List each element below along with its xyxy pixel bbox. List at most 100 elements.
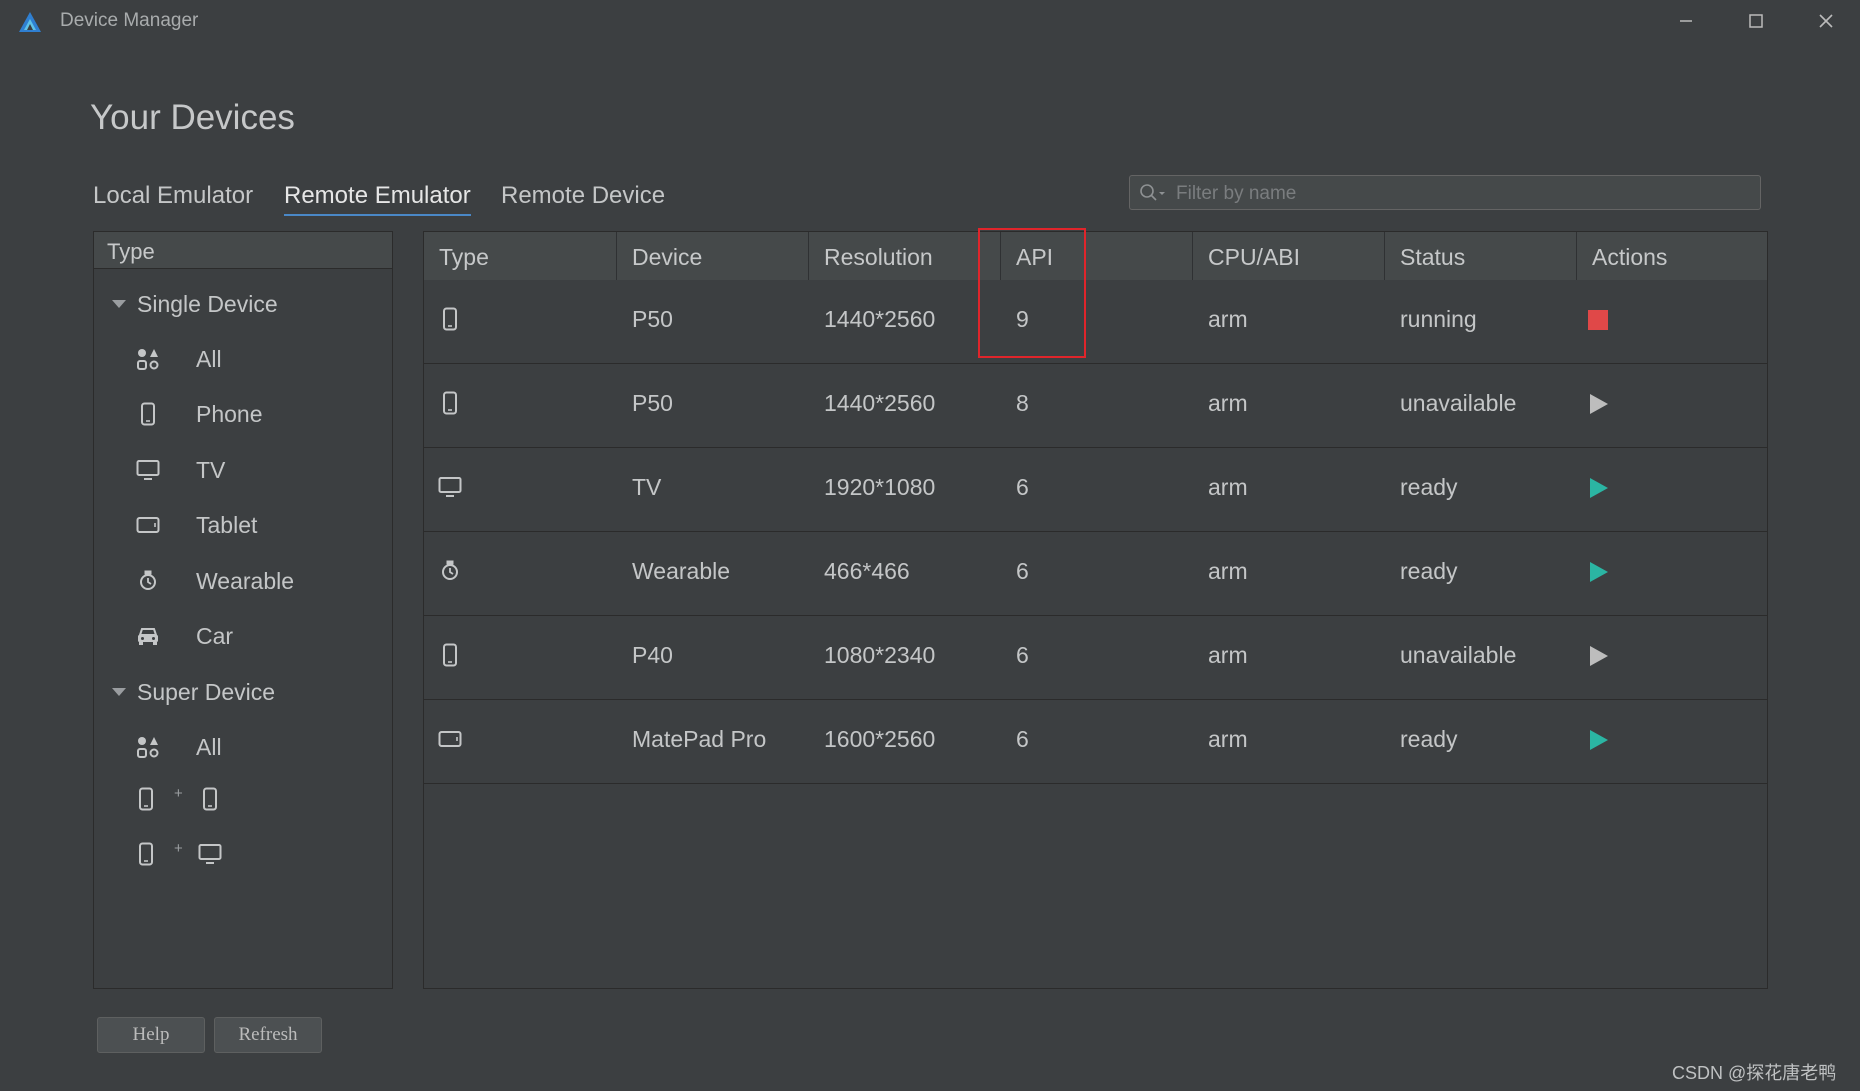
column-header-cpu[interactable]: CPU/ABI [1193,232,1385,280]
table-row[interactable]: P50 1440*2560 9 arm running [424,280,1767,364]
plus-sign: + [174,785,183,802]
type-item-wearable[interactable]: Wearable [94,559,392,603]
group-label: Single Device [137,291,278,317]
api-level: 6 [1016,642,1029,668]
type-item-all[interactable]: All [94,337,392,381]
device-name: Wearable [632,558,731,584]
column-header-status[interactable]: Status [1385,232,1577,280]
cpu-abi: arm [1208,726,1248,752]
phone-icon [443,643,457,667]
close-button[interactable] [1804,6,1848,36]
type-item-label: Wearable [196,568,295,594]
group-label: Super Device [137,679,276,705]
grid-shapes-icon [137,349,159,370]
type-item-label: Tablet [196,512,258,538]
tab-remote-device[interactable]: Remote Device [501,182,665,210]
resolution: 1600*2560 [824,726,936,752]
api-level: 9 [1016,306,1029,332]
super-item-phone-phone[interactable]: + [94,775,392,819]
tv-icon [198,844,222,864]
watch-icon [140,570,156,590]
status: unavailable [1400,642,1517,668]
group-super-device[interactable]: Super Device [94,673,392,713]
type-item-label: TV [196,457,226,483]
help-button[interactable]: Help [97,1017,205,1053]
api-level: 6 [1016,558,1029,584]
phone-icon [139,842,153,866]
type-item-tv[interactable]: TV [94,448,392,492]
column-header-api[interactable]: API [1001,232,1193,280]
type-item-label: All [196,734,222,760]
plus-sign: + [174,840,183,857]
cpu-abi: arm [1208,558,1248,584]
search-input[interactable] [1174,176,1748,211]
collapse-triangle-icon [112,688,126,696]
super-item-all[interactable]: All [94,725,392,769]
minimize-button[interactable] [1664,6,1708,36]
device-name: MatePad Pro [632,726,767,752]
maximize-icon [1749,14,1763,28]
phone-icon [141,402,155,426]
tab-local-emulator[interactable]: Local Emulator [93,182,253,210]
cpu-abi: arm [1208,306,1248,332]
table-row[interactable]: P40 1080*2340 6 arm unavailable [424,616,1767,700]
type-item-label: Car [196,623,234,649]
table-row[interactable]: Wearable 466*466 6 arm ready [424,532,1767,616]
type-item-car[interactable]: Car [94,614,392,658]
column-header-type[interactable]: Type [424,232,617,280]
play-icon[interactable] [1586,392,1610,416]
status: unavailable [1400,390,1517,416]
super-item-phone-tv[interactable]: + [94,830,392,874]
phone-icon [139,787,153,811]
resolution: 1440*2560 [824,390,936,416]
type-panel-header: Type [94,232,392,269]
phone-icon [203,787,217,811]
column-header-actions[interactable]: Actions [1577,232,1767,280]
stop-icon[interactable] [1586,308,1610,332]
type-item-tablet[interactable]: Tablet [94,503,392,547]
device-name: TV [632,474,662,500]
play-icon[interactable] [1586,728,1610,752]
tablet-icon [438,731,462,747]
api-level: 8 [1016,390,1029,416]
status: running [1400,306,1477,332]
column-header-resolution[interactable]: Resolution [809,232,1001,280]
status: ready [1400,474,1458,500]
api-level: 6 [1016,726,1029,752]
type-filter-panel: Type Single Device All Phone TV Tablet W… [93,231,393,989]
group-single-device[interactable]: Single Device [94,285,392,325]
resolution: 1080*2340 [824,642,936,668]
status: ready [1400,726,1458,752]
table-row[interactable]: TV 1920*1080 6 arm ready [424,448,1767,532]
collapse-triangle-icon [112,300,126,308]
type-item-phone[interactable]: Phone [94,392,392,436]
type-panel-header-label: Type [107,239,155,264]
close-icon [1819,14,1833,28]
column-header-device[interactable]: Device [617,232,809,280]
table-row[interactable]: MatePad Pro 1600*2560 6 arm ready [424,700,1767,784]
cpu-abi: arm [1208,642,1248,668]
tab-remote-emulator[interactable]: Remote Emulator [284,182,471,216]
grid-shapes-icon [137,737,159,758]
app-logo-icon [19,12,41,32]
window-title: Device Manager [60,10,199,31]
resolution: 466*466 [824,558,910,584]
watermark: CSDN @探花唐老鸭 [1672,1063,1837,1083]
device-name: P40 [632,642,673,668]
resolution: 1440*2560 [824,306,936,332]
refresh-button[interactable]: Refresh [214,1017,322,1053]
tablet-icon [136,517,160,533]
device-name: P50 [632,390,673,416]
table-row[interactable]: P50 1440*2560 8 arm unavailable [424,364,1767,448]
type-item-label: All [196,346,222,372]
play-icon[interactable] [1586,644,1610,668]
resolution: 1920*1080 [824,474,936,500]
api-level: 6 [1016,474,1029,500]
type-item-label: Phone [196,401,263,427]
phone-icon [443,307,457,331]
maximize-button[interactable] [1734,6,1778,36]
table-header: Type Device Resolution API CPU/ABI Statu… [424,232,1767,280]
play-icon[interactable] [1586,476,1610,500]
play-icon[interactable] [1586,560,1610,584]
search-box [1129,175,1761,211]
